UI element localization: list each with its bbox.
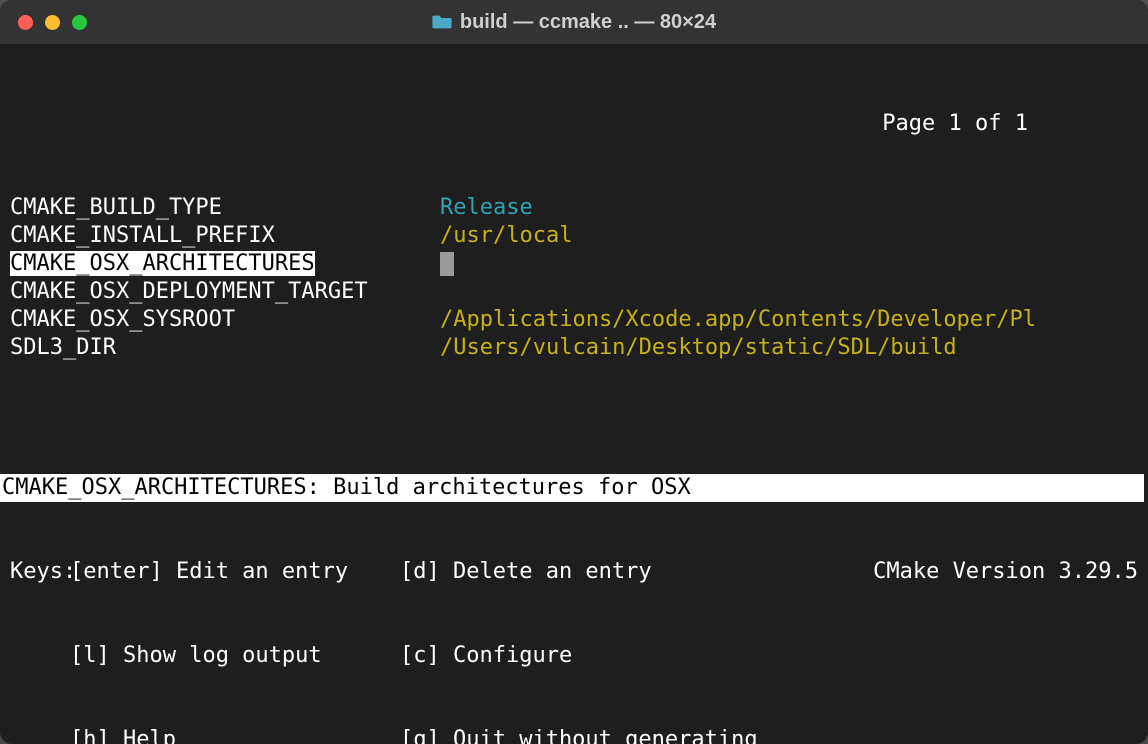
options-list[interactable]: CMAKE_BUILD_TYPEReleaseCMAKE_INSTALL_PRE… xyxy=(10,194,1138,362)
option-row[interactable]: CMAKE_OSX_ARCHITECTURES xyxy=(10,250,1138,278)
keys-row-2: [h] Help [q] Quit without generating xyxy=(10,726,1138,744)
option-value[interactable] xyxy=(440,250,1138,278)
window-controls xyxy=(0,15,87,30)
page-indicator: Page 1 of 1 xyxy=(10,110,1138,138)
folder-icon xyxy=(432,14,452,30)
option-row[interactable]: CMAKE_INSTALL_PREFIX/usr/local xyxy=(10,222,1138,250)
zoom-icon[interactable] xyxy=(72,15,87,30)
key-hint: [d] Delete an entry xyxy=(400,558,873,586)
titlebar[interactable]: build — ccmake .. — 80×24 xyxy=(0,0,1148,44)
terminal-body[interactable]: Page 1 of 1 CMAKE_BUILD_TYPEReleaseCMAKE… xyxy=(0,44,1148,744)
option-name: SDL3_DIR xyxy=(10,334,440,362)
option-value[interactable]: /Applications/Xcode.app/Contents/Develop… xyxy=(440,306,1138,334)
option-name: CMAKE_OSX_ARCHITECTURES xyxy=(10,250,440,278)
keys-label: Keys: xyxy=(10,558,70,586)
option-row[interactable]: CMAKE_OSX_DEPLOYMENT_TARGET xyxy=(10,278,1138,306)
option-name: CMAKE_INSTALL_PREFIX xyxy=(10,222,440,250)
option-name: CMAKE_OSX_SYSROOT xyxy=(10,306,440,334)
window-title: build — ccmake .. — 80×24 xyxy=(0,11,1148,34)
keys-row-0: Keys: [enter] Edit an entry [d] Delete a… xyxy=(10,558,1138,586)
option-name: CMAKE_BUILD_TYPE xyxy=(10,194,440,222)
option-value[interactable]: /usr/local xyxy=(440,222,1138,250)
option-name: CMAKE_OSX_DEPLOYMENT_TARGET xyxy=(10,278,440,306)
close-icon[interactable] xyxy=(18,15,33,30)
key-hint: [q] Quit without generating xyxy=(400,726,1138,744)
option-row[interactable]: SDL3_DIR/Users/vulcain/Desktop/static/SD… xyxy=(10,334,1138,362)
terminal-window: build — ccmake .. — 80×24 Page 1 of 1 CM… xyxy=(0,0,1148,744)
cmake-version: CMake Version 3.29.5 xyxy=(873,558,1138,586)
cursor-icon xyxy=(440,252,454,276)
keys-row-1: [l] Show log output [c] Configure xyxy=(10,642,1138,670)
description-bar: CMAKE_OSX_ARCHITECTURES: Build architect… xyxy=(0,474,1144,502)
minimize-icon[interactable] xyxy=(45,15,60,30)
key-hint: [c] Configure xyxy=(400,642,1138,670)
key-hint: [enter] Edit an entry xyxy=(70,558,400,586)
window-title-text: build — ccmake .. — 80×24 xyxy=(460,11,716,34)
option-row[interactable]: CMAKE_OSX_SYSROOT/Applications/Xcode.app… xyxy=(10,306,1138,334)
option-value[interactable]: /Users/vulcain/Desktop/static/SDL/build xyxy=(440,334,1138,362)
key-hint: [h] Help xyxy=(70,726,400,744)
option-row[interactable]: CMAKE_BUILD_TYPERelease xyxy=(10,194,1138,222)
option-value[interactable]: Release xyxy=(440,194,1138,222)
option-value[interactable] xyxy=(440,278,1138,306)
key-hint: [l] Show log output xyxy=(70,642,400,670)
